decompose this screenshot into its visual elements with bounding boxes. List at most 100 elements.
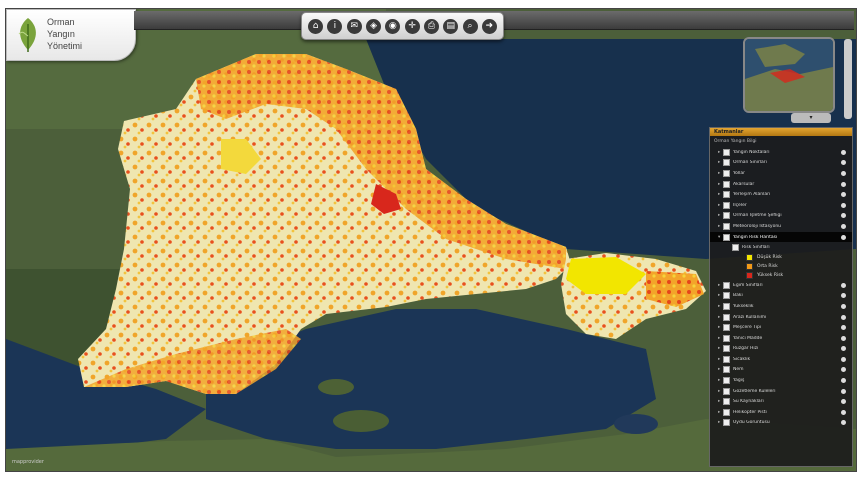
visibility-icon[interactable] [841, 314, 846, 320]
tree-logo-icon [18, 18, 36, 52]
layer-checkbox[interactable] [723, 148, 730, 156]
layer-checkbox[interactable] [723, 180, 730, 188]
panel-title: Katmanlar [710, 128, 852, 136]
visibility-icon[interactable] [841, 388, 846, 394]
layer-label: Meteoroloji İstasyonu [733, 223, 782, 229]
sub-layer-item[interactable]: Risk Sınıfları [710, 242, 852, 253]
layer-checkbox[interactable] [723, 159, 730, 167]
layer-item[interactable]: ▸ Meşcere Tipi [710, 322, 852, 333]
layer-item[interactable]: ▸ Arazi Kullanımı [710, 312, 852, 323]
layer-checkbox[interactable] [723, 387, 730, 395]
visibility-icon[interactable] [841, 149, 846, 155]
layer-checkbox[interactable] [723, 233, 730, 241]
visibility-icon[interactable] [841, 293, 846, 299]
layer-item[interactable]: ▸ Orman Sınırları [710, 158, 852, 169]
visibility-icon[interactable] [841, 420, 846, 426]
layer-checkbox[interactable] [732, 244, 739, 252]
info-icon[interactable]: i [327, 18, 343, 34]
layer-label: Uydu Görüntüsü [733, 420, 770, 426]
map-toolbar: ⌂ i ✉ ◈ ◉ ✛ ⎙ ▤ ⌕ ➜ [301, 12, 504, 40]
visibility-icon[interactable] [841, 399, 846, 405]
layer-item[interactable]: ▸ Rüzgar Hızı [710, 344, 852, 355]
layer-checkbox[interactable] [723, 169, 730, 177]
visibility-icon[interactable] [841, 213, 846, 219]
layer-label: Su Kaynakları [733, 399, 764, 405]
layer-checkbox[interactable] [723, 334, 730, 342]
visibility-icon[interactable] [841, 223, 846, 229]
chat-icon[interactable]: ✉ [346, 18, 362, 34]
layer-item[interactable]: ▸ Gözetleme Kuleleri [710, 386, 852, 397]
print-icon[interactable]: ⎙ [423, 18, 439, 34]
gps-icon[interactable]: ✛ [404, 18, 420, 34]
visibility-icon[interactable] [841, 303, 846, 309]
camera-icon[interactable]: ◉ [385, 18, 401, 34]
home-icon[interactable]: ⌂ [308, 18, 324, 34]
layer-item[interactable]: ▸ Orman İşletme Şefliği [710, 211, 852, 222]
visibility-icon[interactable] [841, 356, 846, 362]
visibility-icon[interactable] [841, 234, 846, 240]
visibility-icon[interactable] [841, 170, 846, 176]
overview-map[interactable] [743, 37, 835, 113]
visibility-icon[interactable] [841, 181, 846, 187]
layer-item[interactable]: ▸ Meteoroloji İstasyonu [710, 221, 852, 232]
layer-checkbox[interactable] [723, 212, 730, 220]
layer-checkbox[interactable] [723, 377, 730, 385]
visibility-icon[interactable] [841, 346, 846, 352]
search-icon[interactable]: ⌕ [462, 18, 478, 34]
visibility-icon[interactable] [841, 325, 846, 331]
layer-item[interactable]: ▸ Yollar [710, 168, 852, 179]
measure-icon[interactable]: ▤ [443, 18, 459, 34]
layer-checkbox[interactable] [723, 324, 730, 332]
visibility-icon[interactable] [841, 160, 846, 166]
layer-checkbox[interactable] [723, 355, 730, 363]
layer-checkbox[interactable] [723, 292, 730, 300]
layer-item[interactable]: ▸ Uydu Görüntüsü [710, 418, 852, 429]
layer-item[interactable]: ▸ Yerleşim Alanları [710, 189, 852, 200]
layer-label: Yangın Noktaları [733, 149, 770, 155]
layer-checkbox[interactable] [723, 222, 730, 230]
visibility-icon[interactable] [841, 335, 846, 341]
layer-item[interactable]: ▸ Su Kaynakları [710, 396, 852, 407]
layer-item[interactable]: ▸ Bakı [710, 291, 852, 302]
layer-checkbox[interactable] [723, 419, 730, 427]
layers-icon[interactable]: ◈ [366, 18, 382, 34]
layer-item[interactable]: ▸ Yanıcı Madde [710, 333, 852, 344]
layer-item[interactable]: ▸ İlçeler [710, 200, 852, 211]
sub-layer-label: Risk Sınıfları [742, 245, 770, 251]
layer-label: Yangın Risk Haritası [733, 234, 778, 240]
zoom-scrollbar[interactable] [844, 39, 852, 119]
layer-item[interactable]: ▸ Yangın Noktaları [710, 147, 852, 158]
layer-item[interactable]: ▸ Yağış [710, 375, 852, 386]
map-attribution: mapprovider [12, 459, 44, 465]
layer-checkbox[interactable] [723, 201, 730, 209]
layer-checkbox[interactable] [723, 191, 730, 199]
layer-checkbox[interactable] [723, 408, 730, 416]
layer-checkbox[interactable] [723, 313, 730, 321]
layer-label: Sıcaklık [733, 356, 751, 362]
visibility-icon[interactable] [841, 282, 846, 288]
overview-toggle-button[interactable]: ▾ [791, 113, 831, 123]
layer-item[interactable]: ▸ Helikopter Pisti [710, 407, 852, 418]
layer-checkbox[interactable] [723, 302, 730, 310]
forward-icon[interactable]: ➜ [481, 18, 497, 34]
layer-item[interactable]: ▸ Nem [710, 365, 852, 376]
visibility-icon[interactable] [841, 409, 846, 415]
layer-item[interactable]: ▸ Yükseklik [710, 301, 852, 312]
layer-checkbox[interactable] [723, 281, 730, 289]
layer-item[interactable]: ▸ Sıcaklık [710, 354, 852, 365]
layer-panel: Katmanlar Orman Yangın Bilgi ▸ Yangın Nok… [709, 127, 853, 467]
layer-checkbox[interactable] [723, 345, 730, 353]
visibility-icon[interactable] [841, 192, 846, 198]
layer-item[interactable]: ▸ Eğim Sınıfları [710, 280, 852, 291]
visibility-icon[interactable] [841, 202, 846, 208]
layer-item-active[interactable]: ▾ Yangın Risk Haritası [710, 231, 852, 243]
layer-checkbox[interactable] [723, 398, 730, 406]
app-logo: Orman Yangın Yönetimi [6, 9, 136, 61]
legend-label: Yüksek Risk [757, 272, 784, 278]
layer-checkbox[interactable] [723, 366, 730, 374]
layer-label: Rüzgar Hızı [733, 346, 759, 352]
visibility-icon[interactable] [841, 367, 846, 373]
layer-label: Yükseklik [733, 303, 754, 309]
visibility-icon[interactable] [841, 378, 846, 384]
layer-item[interactable]: ▸ Akarsular [710, 179, 852, 190]
